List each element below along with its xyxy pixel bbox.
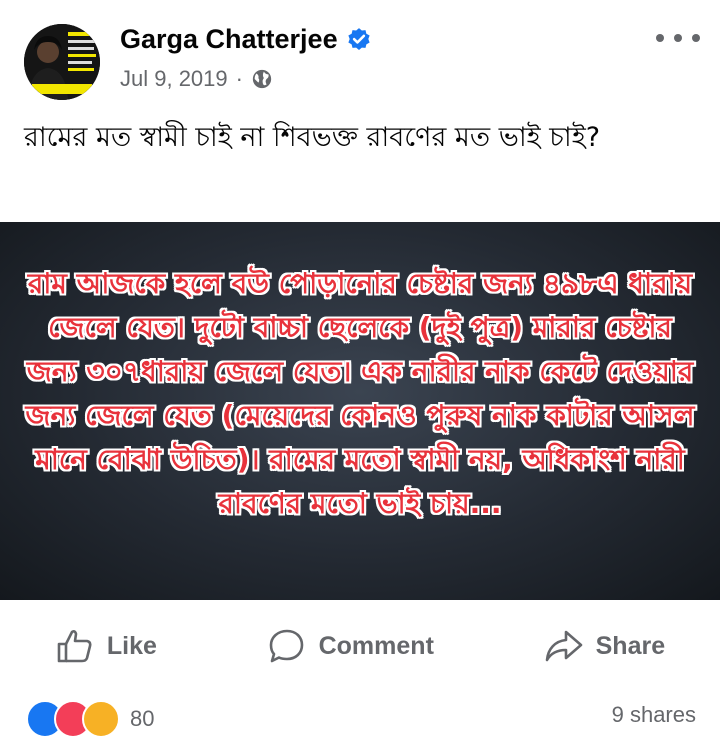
share-button[interactable]: Share bbox=[544, 626, 665, 666]
meta-separator: · bbox=[235, 66, 243, 91]
share-arrow-icon bbox=[545, 630, 582, 662]
reaction-count: 80 bbox=[130, 706, 155, 731]
reaction-summary[interactable]: 80 bbox=[26, 700, 154, 738]
action-bar: Like Comment Share bbox=[0, 610, 720, 682]
post-date[interactable]: Jul 9, 2019 bbox=[120, 66, 228, 92]
more-dot bbox=[692, 34, 700, 42]
comment-button[interactable]: Comment bbox=[267, 626, 434, 666]
post-meta: Jul 9, 2019 · bbox=[120, 66, 273, 92]
post-image[interactable]: রাম আজকে হলে বউ পোড়ানোর চেষ্টার জন্য ৪৯… bbox=[0, 222, 720, 600]
haha-reaction-icon bbox=[82, 700, 120, 738]
more-options-icon[interactable] bbox=[656, 26, 700, 50]
comment-bubble-icon bbox=[269, 629, 303, 663]
verified-badge-icon bbox=[347, 27, 370, 50]
post-caption: রামের মত স্বামী চাই না শিবভক্ত রাবণের মত… bbox=[24, 122, 601, 153]
comment-label: Comment bbox=[318, 631, 434, 660]
like-button[interactable]: Like bbox=[55, 626, 157, 666]
post-header: Garga Chatterjee bbox=[120, 24, 372, 55]
like-label: Like bbox=[106, 631, 157, 660]
share-count[interactable]: 9 shares bbox=[612, 702, 696, 728]
post-image-text: রাম আজকে হলে বউ পোড়ানোর চেষ্টার জন্য ৪৯… bbox=[25, 267, 695, 520]
share-label: Share bbox=[595, 631, 666, 660]
author-name[interactable]: Garga Chatterjee bbox=[120, 24, 338, 55]
globe-icon bbox=[252, 69, 272, 89]
thumbs-up-icon bbox=[57, 630, 92, 663]
more-dot bbox=[656, 34, 664, 42]
avatar[interactable] bbox=[24, 24, 100, 100]
more-dot bbox=[674, 34, 682, 42]
